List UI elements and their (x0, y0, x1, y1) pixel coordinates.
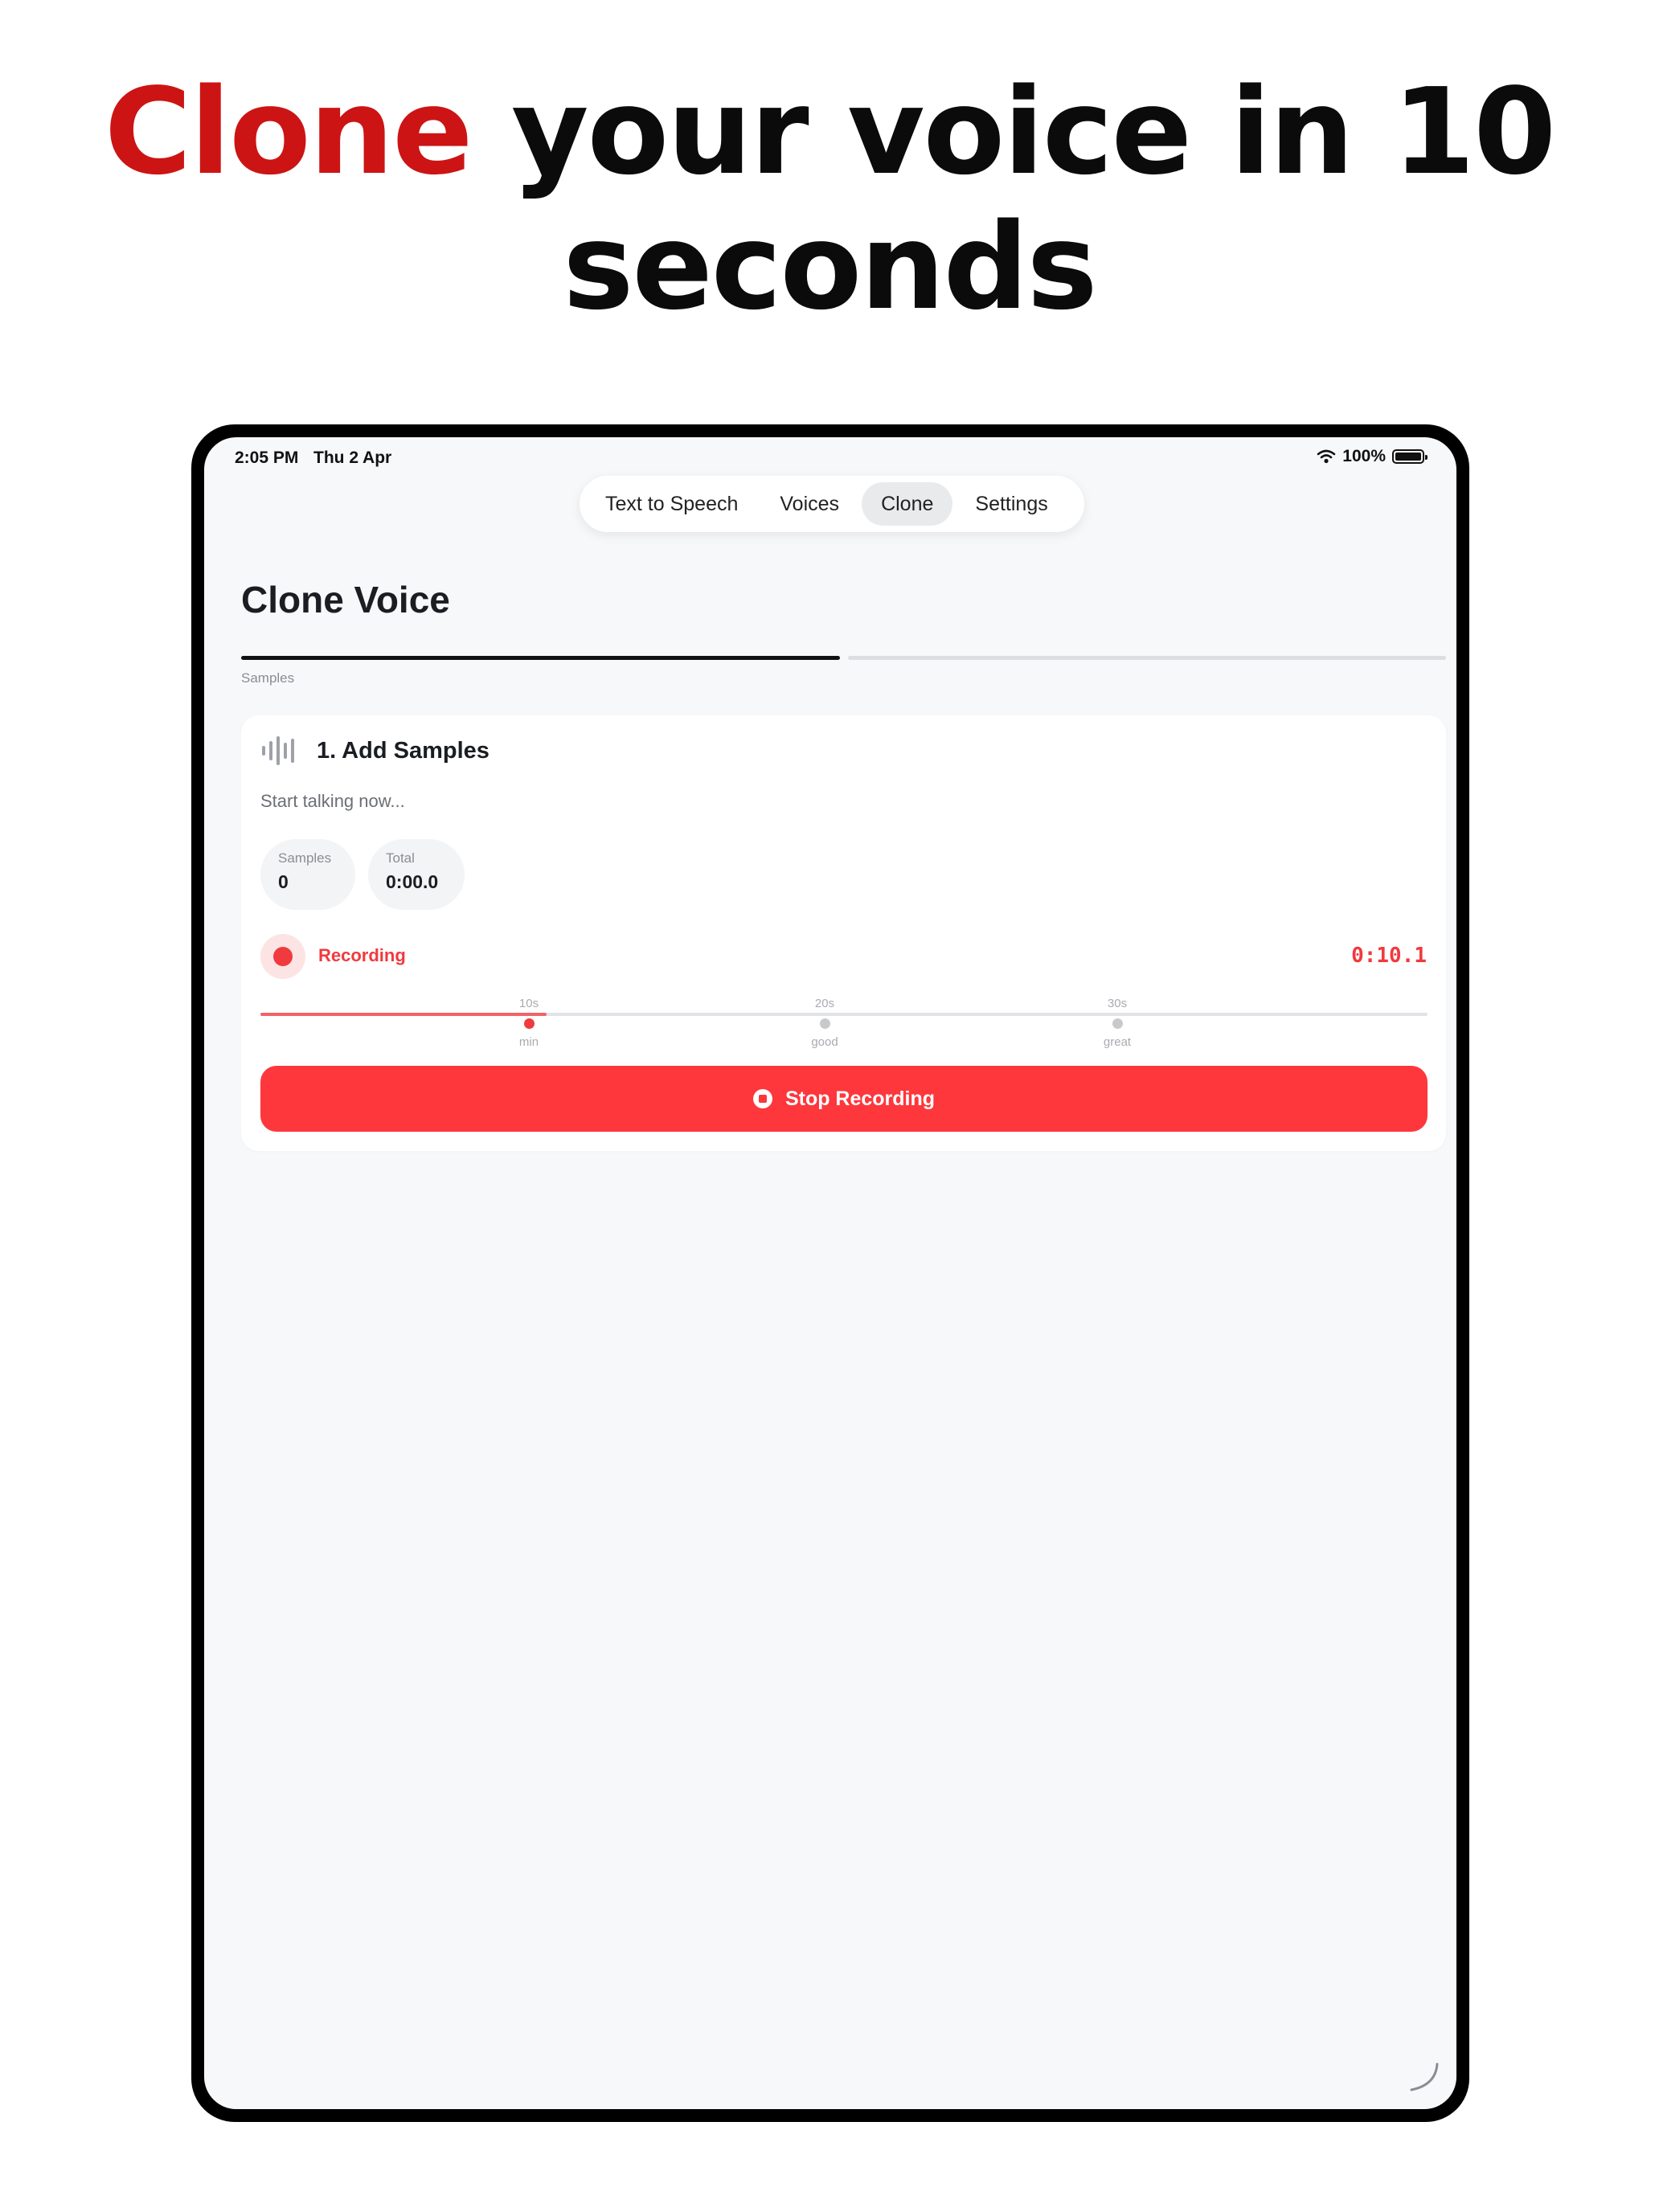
headline-accent: Clone (104, 63, 473, 201)
tablet-frame: 2:05 PM Thu 2 Apr 100% Text to Speech Vo… (191, 424, 1469, 2122)
tab-settings[interactable]: Settings (956, 482, 1067, 526)
recording-label: Recording (318, 945, 406, 965)
marker-30s: 30s great (1085, 997, 1149, 1049)
battery-icon (1392, 449, 1428, 464)
card-subtitle: Start talking now... (260, 791, 405, 811)
resize-handle-icon (1410, 2062, 1439, 2091)
marker-30s-label: 30s (1107, 997, 1128, 1010)
card-title: 1. Add Samples (317, 737, 490, 764)
headline-line-1: Clone your voice in 10 (0, 64, 1659, 199)
app-screen: 2:05 PM Thu 2 Apr 100% Text to Speech Vo… (204, 437, 1456, 2109)
marker-20s: 20s good (793, 997, 857, 1049)
marker-10s: 10s min (497, 997, 561, 1049)
recording-indicator (260, 934, 305, 979)
battery-percent: 100% (1342, 447, 1386, 465)
stat-samples-value: 0 (278, 871, 289, 892)
step-progress-inactive (848, 656, 1446, 660)
wifi-icon (1317, 449, 1336, 464)
page-title: Clone Voice (241, 579, 450, 621)
headline-line-2: seconds (563, 198, 1097, 336)
stop-icon (752, 1089, 772, 1108)
step-progress-active (241, 656, 840, 660)
tab-voices[interactable]: Voices (760, 482, 858, 526)
headline-rest: your voice in 10 (511, 63, 1556, 201)
marker-10s-dot (523, 1018, 535, 1029)
tab-text-to-speech[interactable]: Text to Speech (586, 482, 757, 526)
stat-total-value: 0:00.0 (386, 871, 439, 892)
status-time: 2:05 PM (235, 449, 299, 467)
tab-bar: Text to Speech Voices Clone Settings (580, 476, 1084, 532)
step-label: Samples (241, 670, 295, 686)
stop-recording-button[interactable]: Stop Recording (260, 1066, 1428, 1132)
status-right: 100% (1317, 447, 1428, 466)
marker-10s-label: 10s (518, 997, 539, 1010)
record-dot-icon (273, 947, 293, 966)
headline: Clone your voice in 10 seconds (0, 64, 1659, 334)
stat-samples-label: Samples (278, 850, 332, 866)
marker-10s-caption: min (518, 1035, 539, 1049)
stat-total: Total 0:00.0 (368, 839, 465, 910)
marker-30s-caption: great (1103, 1035, 1132, 1049)
status-bar: 2:05 PM Thu 2 Apr 100% (204, 437, 1456, 476)
marker-30s-dot (1112, 1018, 1123, 1029)
stop-recording-label: Stop Recording (784, 1087, 936, 1110)
tab-clone[interactable]: Clone (862, 482, 953, 526)
marker-20s-label: 20s (814, 997, 835, 1010)
marker-20s-dot (819, 1018, 830, 1029)
status-date: Thu 2 Apr (313, 449, 392, 467)
recording-timer: 0:10.1 (1351, 944, 1427, 968)
card-header: 1. Add Samples (260, 735, 490, 767)
add-samples-card: 1. Add Samples Start talking now... Samp… (241, 715, 1446, 1151)
marker-20s-caption: good (811, 1035, 838, 1049)
waveform-icon (262, 736, 294, 765)
stat-samples: Samples 0 (260, 839, 355, 910)
stat-total-label: Total (386, 850, 415, 866)
